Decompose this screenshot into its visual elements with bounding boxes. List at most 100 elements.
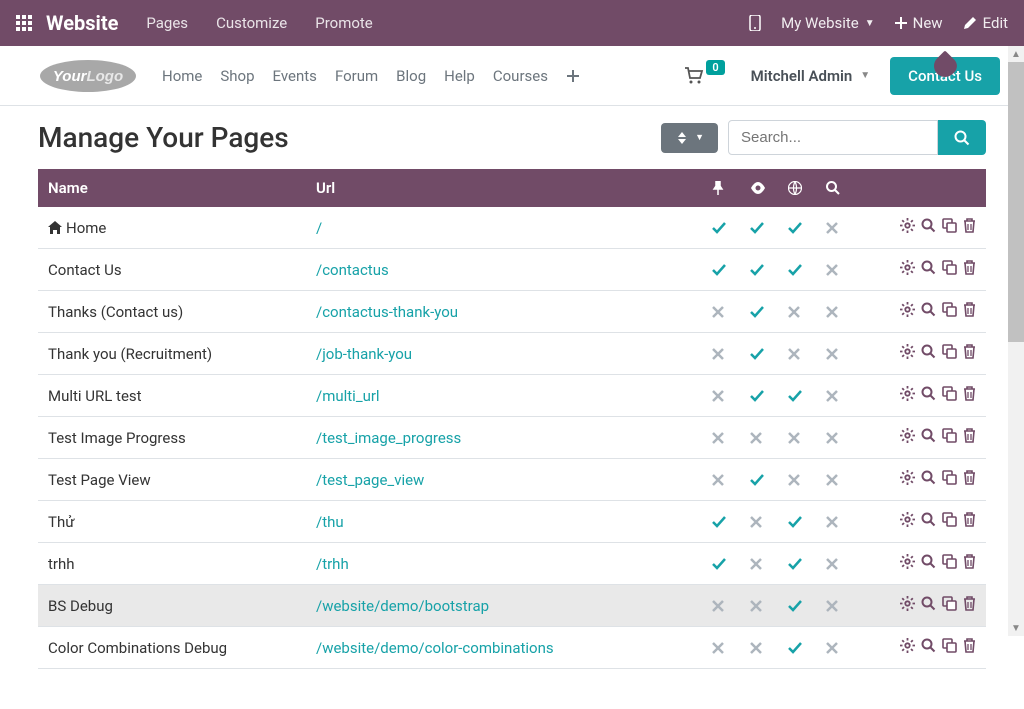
- cell-pin[interactable]: [704, 333, 742, 375]
- preview-icon[interactable]: [921, 428, 936, 443]
- delete-icon[interactable]: [963, 218, 976, 233]
- cell-pin[interactable]: [704, 291, 742, 333]
- cell-published[interactable]: [780, 291, 818, 333]
- page-url-link[interactable]: /trhh: [316, 555, 349, 573]
- cell-visible[interactable]: [742, 543, 780, 585]
- preview-icon[interactable]: [921, 218, 936, 233]
- preview-icon[interactable]: [921, 596, 936, 611]
- cell-published[interactable]: [780, 207, 818, 249]
- search-button[interactable]: [938, 120, 986, 155]
- delete-icon[interactable]: [963, 428, 976, 443]
- cell-visible[interactable]: [742, 291, 780, 333]
- menu-pages[interactable]: Pages: [146, 14, 188, 32]
- page-url-link[interactable]: /contactus-thank-you: [316, 303, 458, 321]
- page-url-link[interactable]: /test_image_progress: [316, 429, 461, 447]
- preview-icon[interactable]: [921, 470, 936, 485]
- page-url-link[interactable]: /contactus: [316, 261, 389, 279]
- delete-icon[interactable]: [963, 302, 976, 317]
- sort-button[interactable]: ▼: [661, 123, 718, 153]
- website-selector[interactable]: My Website ▼: [781, 14, 875, 32]
- apps-icon[interactable]: [16, 15, 32, 31]
- cell-pin[interactable]: [704, 207, 742, 249]
- delete-icon[interactable]: [963, 554, 976, 569]
- menu-customize[interactable]: Customize: [216, 14, 287, 32]
- cell-indexed[interactable]: [818, 585, 856, 627]
- delete-icon[interactable]: [963, 386, 976, 401]
- cell-visible[interactable]: [742, 585, 780, 627]
- cell-indexed[interactable]: [818, 627, 856, 669]
- cell-indexed[interactable]: [818, 207, 856, 249]
- cell-pin[interactable]: [704, 459, 742, 501]
- menu-promote[interactable]: Promote: [315, 14, 373, 32]
- preview-icon[interactable]: [921, 512, 936, 527]
- preview-icon[interactable]: [921, 554, 936, 569]
- page-url-link[interactable]: /: [316, 219, 322, 237]
- clone-icon[interactable]: [942, 554, 957, 569]
- delete-icon[interactable]: [963, 596, 976, 611]
- page-url-link[interactable]: /website/demo/color-combinations: [316, 639, 554, 657]
- cell-visible[interactable]: [742, 501, 780, 543]
- col-visible[interactable]: [742, 169, 780, 207]
- preview-icon[interactable]: [921, 260, 936, 275]
- cell-indexed[interactable]: [818, 333, 856, 375]
- new-button[interactable]: New: [895, 14, 943, 32]
- clone-icon[interactable]: [942, 470, 957, 485]
- cell-published[interactable]: [780, 249, 818, 291]
- clone-icon[interactable]: [942, 302, 957, 317]
- clone-icon[interactable]: [942, 638, 957, 653]
- cell-published[interactable]: [780, 585, 818, 627]
- cell-visible[interactable]: [742, 207, 780, 249]
- add-menu-icon[interactable]: [566, 69, 580, 83]
- clone-icon[interactable]: [942, 260, 957, 275]
- manage-icon[interactable]: [900, 554, 915, 569]
- cell-visible[interactable]: [742, 627, 780, 669]
- manage-icon[interactable]: [900, 470, 915, 485]
- user-menu[interactable]: Mitchell Admin ▼: [751, 67, 871, 85]
- cell-indexed[interactable]: [818, 375, 856, 417]
- cell-visible[interactable]: [742, 417, 780, 459]
- manage-icon[interactable]: [900, 638, 915, 653]
- cell-visible[interactable]: [742, 459, 780, 501]
- preview-icon[interactable]: [921, 386, 936, 401]
- nav-help[interactable]: Help: [444, 67, 475, 85]
- cell-published[interactable]: [780, 375, 818, 417]
- delete-icon[interactable]: [963, 512, 976, 527]
- cell-pin[interactable]: [704, 585, 742, 627]
- col-pin[interactable]: [704, 169, 742, 207]
- cell-visible[interactable]: [742, 249, 780, 291]
- col-name[interactable]: Name: [38, 169, 308, 207]
- page-url-link[interactable]: /job-thank-you: [316, 345, 412, 363]
- delete-icon[interactable]: [963, 344, 976, 359]
- clone-icon[interactable]: [942, 512, 957, 527]
- cell-published[interactable]: [780, 333, 818, 375]
- app-brand[interactable]: Website: [46, 11, 118, 35]
- nav-blog[interactable]: Blog: [396, 67, 426, 85]
- edit-button[interactable]: Edit: [963, 14, 1008, 32]
- col-published[interactable]: [780, 169, 818, 207]
- cell-pin[interactable]: [704, 627, 742, 669]
- nav-home[interactable]: Home: [162, 67, 202, 85]
- cell-indexed[interactable]: [818, 249, 856, 291]
- scrollbar-thumb[interactable]: [1008, 62, 1024, 342]
- delete-icon[interactable]: [963, 638, 976, 653]
- cell-published[interactable]: [780, 627, 818, 669]
- manage-icon[interactable]: [900, 386, 915, 401]
- manage-icon[interactable]: [900, 596, 915, 611]
- search-input[interactable]: [728, 120, 938, 155]
- manage-icon[interactable]: [900, 260, 915, 275]
- manage-icon[interactable]: [900, 428, 915, 443]
- scrollbar[interactable]: ▲ ▼: [1008, 46, 1024, 636]
- clone-icon[interactable]: [942, 596, 957, 611]
- cell-indexed[interactable]: [818, 459, 856, 501]
- contact-us-button[interactable]: Contact Us: [890, 57, 1000, 95]
- cell-pin[interactable]: [704, 249, 742, 291]
- scrollbar-down-icon[interactable]: ▼: [1008, 620, 1024, 636]
- nav-forum[interactable]: Forum: [335, 67, 378, 85]
- manage-icon[interactable]: [900, 512, 915, 527]
- manage-icon[interactable]: [900, 302, 915, 317]
- scrollbar-up-icon[interactable]: ▲: [1008, 46, 1024, 62]
- cell-visible[interactable]: [742, 333, 780, 375]
- cell-pin[interactable]: [704, 501, 742, 543]
- cell-pin[interactable]: [704, 417, 742, 459]
- cell-indexed[interactable]: [818, 543, 856, 585]
